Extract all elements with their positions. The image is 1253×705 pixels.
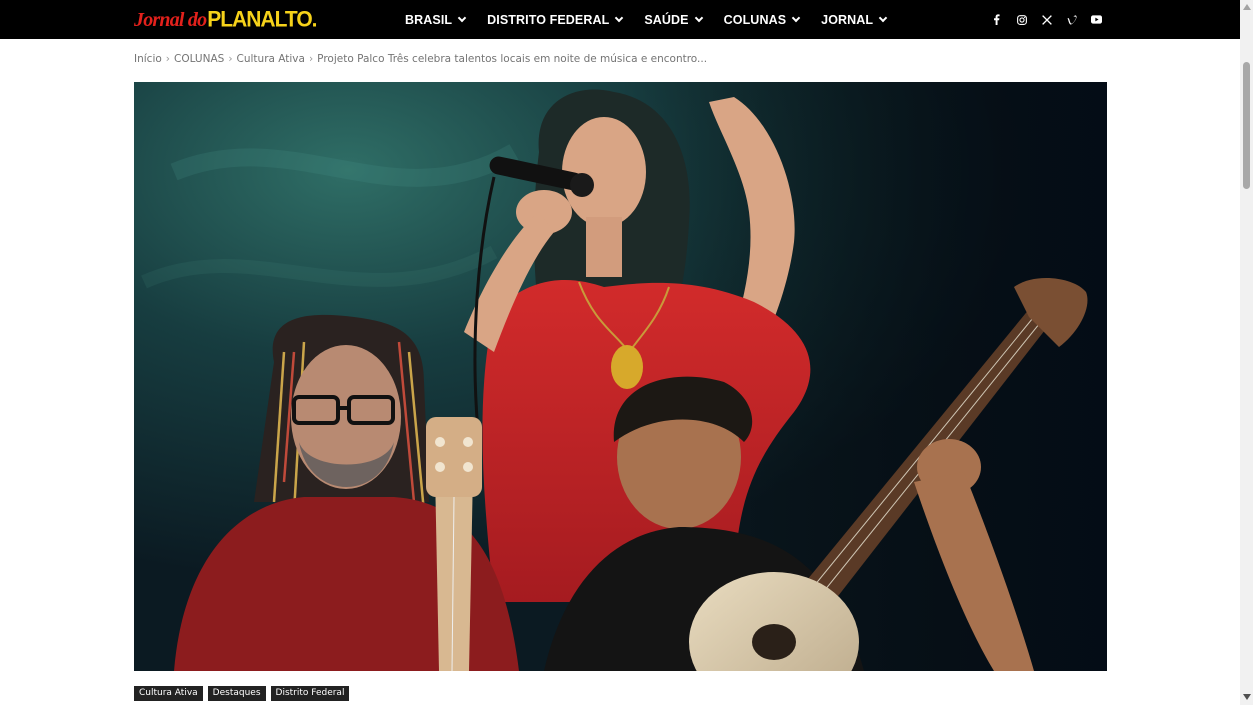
category-tags: Cultura Ativa Destaques Distrito Federal (134, 686, 350, 701)
breadcrumb-current: Projeto Palco Três celebra talentos loca… (317, 53, 708, 65)
social-links (988, 0, 1113, 39)
breadcrumb: Início › COLUNAS › Cultura Ativa › Projeto Pal… (134, 53, 707, 65)
nav-item-jornal[interactable]: JORNAL (821, 12, 888, 27)
breadcrumb-separator: › (165, 53, 170, 65)
instagram-icon[interactable] (1013, 11, 1030, 28)
logo-text-planalto: PLANALTO. (207, 7, 317, 32)
scroll-up-arrow-icon[interactable] (1243, 4, 1251, 10)
chevron-down-icon (615, 13, 624, 22)
chevron-down-icon (878, 13, 888, 22)
nav-item-label: DISTRITO FEDERAL (487, 12, 610, 27)
breadcrumb-separator: › (308, 53, 314, 65)
main-menu: BRASIL DISTRITO FEDERAL SAÚDE COLUNAS JO… (405, 0, 908, 39)
vimeo-icon[interactable] (1063, 11, 1080, 28)
scroll-down-arrow-icon[interactable] (1243, 694, 1251, 700)
chevron-down-icon (791, 13, 801, 22)
site-logo[interactable]: Jornal do PLANALTO. (134, 6, 317, 34)
x-icon[interactable] (1038, 11, 1055, 28)
tag-distrito-federal[interactable]: Distrito Federal (270, 686, 350, 701)
top-navigation-bar: Jornal do PLANALTO. BRASIL DISTRITO FEDER… (0, 0, 1240, 39)
tag-destaques[interactable]: Destaques (207, 686, 266, 701)
breadcrumb-link-colunas[interactable]: COLUNAS (174, 53, 224, 65)
hero-photo (134, 82, 1107, 671)
nav-item-distrito-federal[interactable]: DISTRITO FEDERAL (487, 12, 624, 27)
scrollbar-thumb[interactable] (1243, 62, 1250, 189)
nav-item-label: JORNAL (821, 12, 874, 27)
breadcrumb-link-cultura-ativa[interactable]: Cultura Ativa (237, 53, 305, 65)
nav-item-colunas[interactable]: COLUNAS (723, 12, 801, 27)
chevron-down-icon (457, 13, 467, 22)
breadcrumb-link-home[interactable]: Início (134, 53, 162, 65)
tag-cultura-ativa[interactable]: Cultura Ativa (134, 686, 203, 701)
chevron-down-icon (694, 13, 703, 22)
nav-item-label: COLUNAS (723, 12, 787, 27)
youtube-icon[interactable] (1088, 11, 1105, 28)
nav-item-label: BRASIL (405, 12, 453, 27)
facebook-icon[interactable] (988, 11, 1005, 28)
page-scrollbar[interactable] (1240, 0, 1253, 705)
nav-item-label: SAÚDE (644, 12, 689, 27)
nav-item-brasil[interactable]: BRASIL (405, 12, 467, 27)
nav-item-saude[interactable]: SAÚDE (644, 12, 703, 27)
logo-text-jornal-do: Jornal do (134, 8, 207, 31)
breadcrumb-separator: › (228, 53, 233, 65)
